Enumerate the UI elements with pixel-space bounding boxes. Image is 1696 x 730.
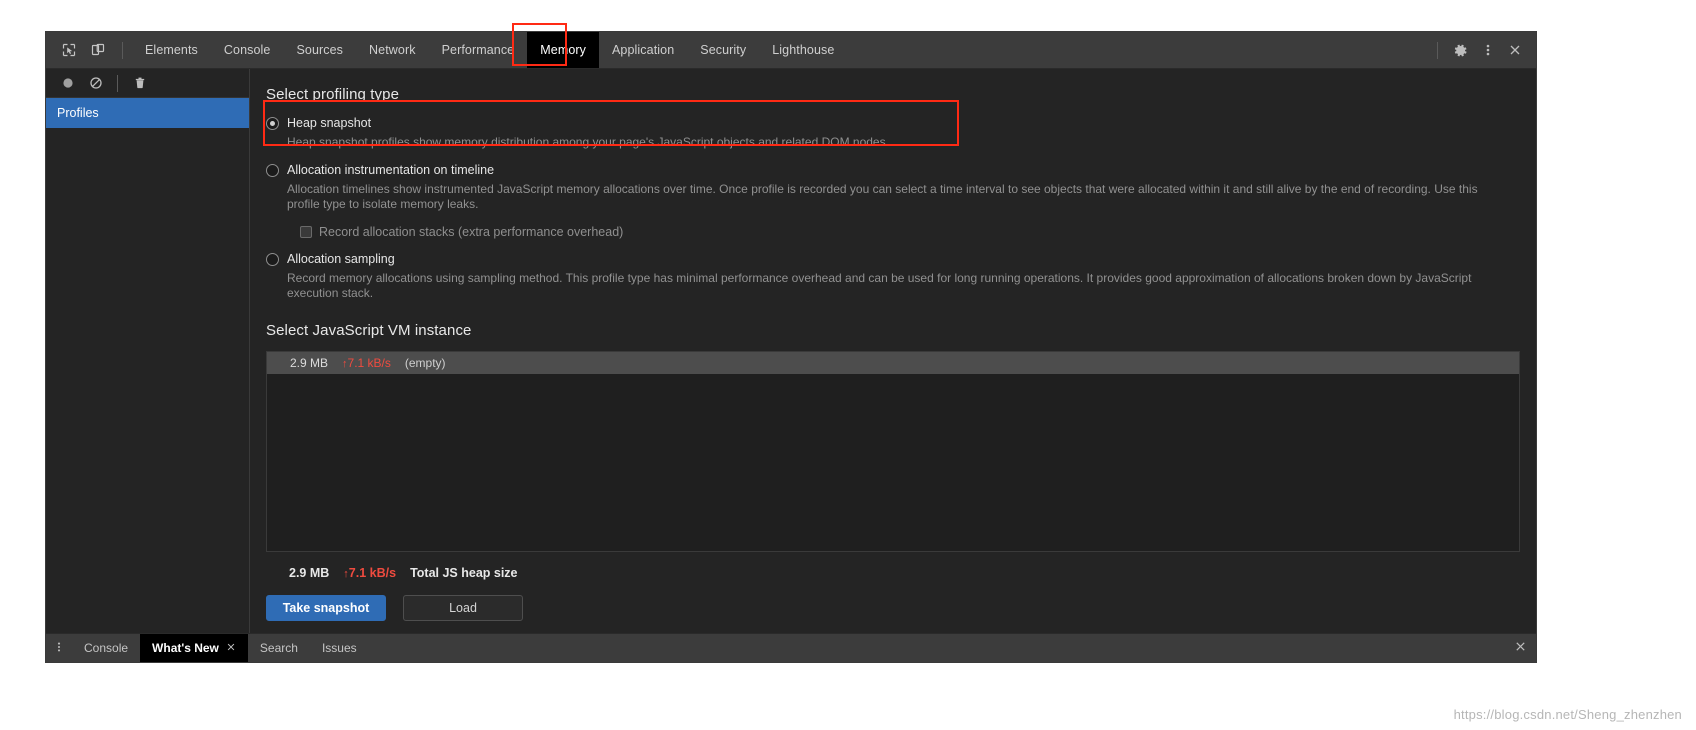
watermark-text: https://blog.csdn.net/Sheng_zhenzhen <box>1453 707 1682 722</box>
device-toolbar-button[interactable] <box>84 37 111 63</box>
devtools-body: Profiles Select profiling type Heap snap… <box>46 69 1536 633</box>
action-button-row: Take snapshot Load <box>266 594 1520 621</box>
drawer-tab-label: What's New <box>152 641 219 655</box>
drawer-tab-whats-new[interactable]: What's New <box>140 634 248 662</box>
devtools-toolbar: Elements Console Sources Network Perform… <box>46 32 1536 69</box>
vm-row-rate: ↑7.1 kB/s <box>342 356 391 370</box>
clear-no-entry-icon <box>89 76 103 90</box>
allocation-timeline-radio[interactable] <box>266 163 279 177</box>
drawer-tab-close-icon[interactable] <box>226 641 236 655</box>
tab-application[interactable]: Application <box>599 32 687 68</box>
load-button[interactable]: Load <box>403 594 523 621</box>
sidebar-toolbar <box>46 69 249 98</box>
delete-profile-button[interactable] <box>126 70 153 96</box>
tab-lighthouse[interactable]: Lighthouse <box>759 32 847 68</box>
tab-network[interactable]: Network <box>356 32 429 68</box>
tab-label: Network <box>369 43 416 57</box>
tab-label: Console <box>223 43 271 57</box>
drawer-menu-button[interactable] <box>46 634 72 662</box>
toolbar-right-icon-group <box>1428 37 1536 63</box>
tab-console[interactable]: Console <box>211 32 284 68</box>
tab-label: Memory <box>540 43 586 57</box>
tab-label: Elements <box>145 43 198 57</box>
record-allocation-stacks-row[interactable]: Record allocation stacks (extra performa… <box>300 225 1520 239</box>
clear-profiles-button[interactable] <box>82 70 109 96</box>
profiling-option-allocation-sampling[interactable]: Allocation sampling Record memory alloca… <box>266 251 1520 302</box>
allocation-timeline-label: Allocation instrumentation on timeline <box>287 162 495 177</box>
more-vertical-icon <box>1481 43 1495 57</box>
tab-security[interactable]: Security <box>687 32 759 68</box>
heap-snapshot-description: Heap snapshot profiles show memory distr… <box>287 135 889 149</box>
toolbar-divider <box>122 41 123 59</box>
drawer-tab-search[interactable]: Search <box>248 634 310 662</box>
toolbar-left-icon-group <box>46 37 132 63</box>
drawer-tab-console[interactable]: Console <box>72 634 140 662</box>
tab-label: Security <box>700 43 747 57</box>
memory-main-pane: Select profiling type Heap snapshot Heap… <box>250 69 1536 633</box>
drawer-tab-label: Search <box>259 641 298 655</box>
vm-row-rate-value: 7.1 kB/s <box>347 355 391 370</box>
tab-label: Sources <box>296 43 344 57</box>
close-icon <box>1508 43 1522 57</box>
heap-summary-rate: ↑7.1 kB/s <box>343 566 396 580</box>
sidebar-item-profiles[interactable]: Profiles <box>46 98 249 128</box>
gear-icon <box>1453 43 1468 58</box>
vm-row-size: 2.9 MB <box>290 355 329 370</box>
allocation-sampling-label: Allocation sampling <box>287 251 395 266</box>
vm-instance-row[interactable]: 2.9 MB ↑7.1 kB/s (empty) <box>267 351 1519 374</box>
heap-summary-label: Total JS heap size <box>410 565 518 580</box>
settings-button[interactable] <box>1447 37 1474 63</box>
inspect-element-button[interactable] <box>55 37 82 63</box>
allocation-timeline-description: Allocation timelines show instrumented J… <box>287 181 1478 212</box>
main-menu-button[interactable] <box>1474 37 1501 63</box>
allocation-sampling-description: Record memory allocations using sampling… <box>287 270 1472 301</box>
heap-snapshot-radio[interactable] <box>266 117 279 130</box>
trash-icon <box>133 76 147 90</box>
device-toolbar-icon <box>91 43 105 57</box>
record-circle-icon <box>61 76 75 90</box>
tab-elements[interactable]: Elements <box>132 32 211 68</box>
heap-snapshot-radio-row[interactable]: Heap snapshot <box>266 115 1520 131</box>
tab-label: Lighthouse <box>772 43 835 57</box>
allocation-sampling-radio-row[interactable]: Allocation sampling <box>266 251 1520 267</box>
more-vertical-icon <box>53 641 65 656</box>
vm-instance-title: Select JavaScript VM instance <box>266 321 472 339</box>
drawer-close-button[interactable] <box>1514 634 1536 662</box>
tab-label: Application <box>612 43 675 57</box>
sidebar-toolbar-divider <box>117 74 118 92</box>
drawer-tab-label: Console <box>84 641 129 655</box>
heap-summary-rate-value: 7.1 kB/s <box>348 565 397 580</box>
screenshot-root: Elements Console Sources Network Perform… <box>0 0 1696 730</box>
toolbar-divider-right <box>1437 41 1438 59</box>
profiling-type-title: Select profiling type <box>266 86 400 103</box>
allocation-sampling-radio[interactable] <box>266 252 279 266</box>
drawer-tab-label: Issues <box>321 641 357 655</box>
sidebar-item-label: Profiles <box>57 106 99 120</box>
vm-row-name: (empty) <box>404 355 446 370</box>
record-allocation-stacks-checkbox[interactable] <box>300 225 312 238</box>
heap-summary-size: 2.9 MB <box>289 565 330 580</box>
panel-tab-list: Elements Console Sources Network Perform… <box>132 32 847 68</box>
drawer-tab-issues[interactable]: Issues <box>310 634 369 662</box>
close-devtools-button[interactable] <box>1501 37 1528 63</box>
heap-snapshot-label: Heap snapshot <box>287 116 372 130</box>
total-heap-summary: 2.9 MB ↑7.1 kB/s Total JS heap size <box>266 566 1520 580</box>
record-allocation-stacks-label: Record allocation stacks (extra performa… <box>319 224 624 239</box>
tab-performance[interactable]: Performance <box>429 32 528 68</box>
profiling-option-allocation-timeline[interactable]: Allocation instrumentation on timeline A… <box>266 162 1520 239</box>
allocation-timeline-radio-row[interactable]: Allocation instrumentation on timeline <box>266 162 1520 178</box>
profiling-option-heap-snapshot[interactable]: Heap snapshot Heap snapshot profiles sho… <box>266 115 1520 151</box>
take-snapshot-button[interactable]: Take snapshot <box>266 594 386 621</box>
devtools-window: Elements Console Sources Network Perform… <box>45 31 1537 663</box>
tab-sources[interactable]: Sources <box>283 32 356 68</box>
vm-instance-list[interactable]: 2.9 MB ↑7.1 kB/s (empty) <box>266 350 1520 552</box>
tab-label: Performance <box>441 43 515 57</box>
devtools-drawer: Console What's New Search Issues <box>46 633 1536 662</box>
tab-memory[interactable]: Memory <box>527 32 599 68</box>
close-icon <box>1514 640 1527 656</box>
inspect-element-icon <box>62 43 76 57</box>
record-button[interactable] <box>54 70 81 96</box>
memory-sidebar: Profiles <box>46 69 250 633</box>
